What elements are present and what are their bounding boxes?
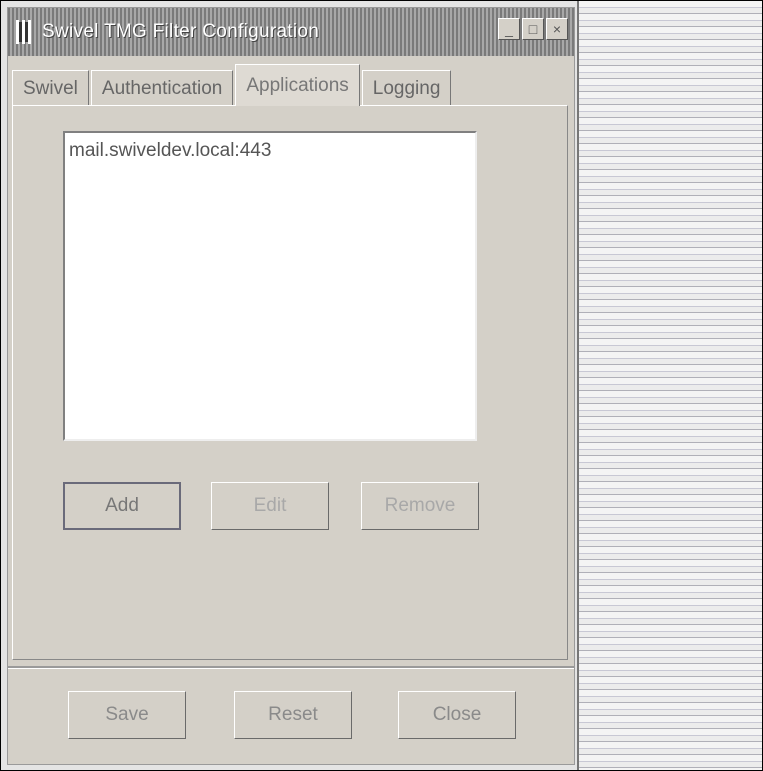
window-controls: _ □ × (498, 18, 568, 40)
app-icon (12, 17, 38, 47)
screenshot-frame: Swivel TMG Filter Configuration _ □ × Sw… (0, 0, 763, 771)
applications-panel: mail.swiveldev.local:443 Add Edit Remove (12, 105, 568, 660)
remove-button[interactable]: Remove (361, 482, 479, 530)
tab-applications[interactable]: Applications (235, 64, 360, 106)
reset-button[interactable]: Reset (234, 691, 352, 739)
title-bar[interactable]: Swivel TMG Filter Configuration _ □ × (8, 8, 574, 56)
tab-authentication[interactable]: Authentication (90, 70, 234, 106)
tab-swivel[interactable]: Swivel (12, 70, 89, 106)
background-window-strip (577, 1, 762, 770)
tab-logging[interactable]: Logging (361, 70, 452, 106)
footer-divider (8, 666, 574, 669)
close-window-button[interactable]: × (546, 18, 568, 40)
window-title: Swivel TMG Filter Configuration (42, 21, 320, 42)
applications-list[interactable]: mail.swiveldev.local:443 (63, 131, 477, 441)
minimize-button[interactable]: _ (498, 18, 520, 40)
edit-button[interactable]: Edit (211, 482, 329, 530)
list-item[interactable]: mail.swiveldev.local:443 (69, 139, 471, 163)
add-button[interactable]: Add (63, 482, 181, 530)
save-button[interactable]: Save (68, 691, 186, 739)
close-button[interactable]: Close (398, 691, 516, 739)
tab-strip: Swivel Authentication Applications Loggi… (12, 62, 453, 106)
config-window: Swivel TMG Filter Configuration _ □ × Sw… (7, 7, 575, 765)
maximize-button[interactable]: □ (522, 18, 544, 40)
